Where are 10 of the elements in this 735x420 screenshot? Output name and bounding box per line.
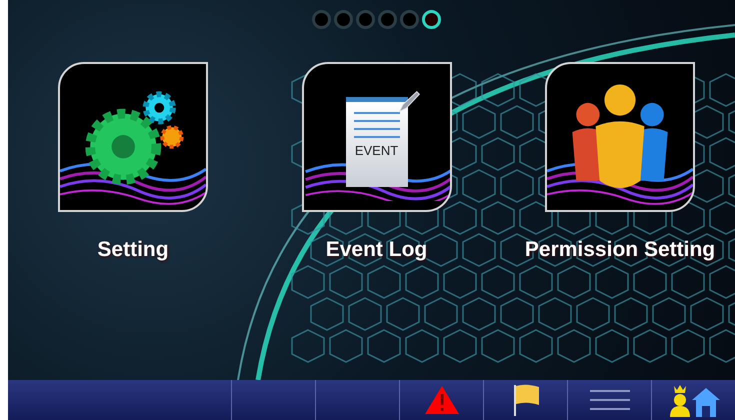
pen-icon	[396, 89, 422, 115]
warning-icon	[424, 385, 460, 415]
app-launcher[interactable]: Setting	[18, 62, 248, 380]
app-label: Event Log	[326, 237, 428, 263]
app-label: Permission Setting	[524, 237, 716, 263]
app-label: Setting	[97, 237, 169, 263]
app-launcher[interactable]: Permission Setting	[505, 62, 735, 380]
app-launcher[interactable]: EVENT Event Log	[262, 62, 492, 380]
document-label: EVENT	[354, 144, 398, 157]
menu-icon	[590, 388, 630, 412]
